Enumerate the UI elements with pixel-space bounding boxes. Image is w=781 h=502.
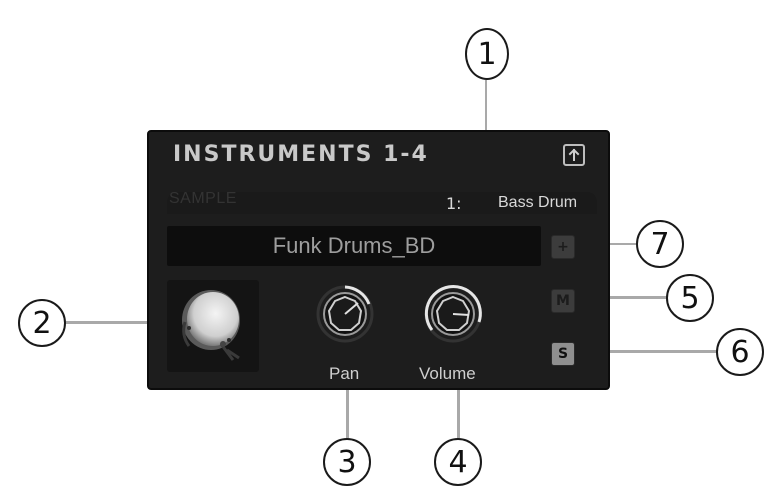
- sample-name: Funk Drums_BD: [272, 233, 436, 258]
- callout-5: 5: [666, 274, 714, 322]
- panel-title: INSTRUMENTS 1-4: [173, 142, 429, 167]
- callout-3: 3: [323, 438, 371, 486]
- bass-drum-icon: [182, 290, 240, 361]
- pan-knob[interactable]: [313, 282, 377, 346]
- export-button[interactable]: [563, 144, 585, 166]
- export-up-arrow-icon: [568, 148, 580, 161]
- slot-index: 1:: [446, 194, 462, 213]
- solo-button[interactable]: S: [551, 342, 575, 366]
- panel-header: INSTRUMENTS 1-4: [149, 132, 608, 184]
- callout-2: 2: [18, 299, 66, 347]
- instrument-thumbnail[interactable]: [167, 280, 259, 372]
- callout-6: 6: [716, 328, 764, 376]
- callout-1: 1: [465, 28, 509, 80]
- slot-name[interactable]: Bass Drum: [498, 194, 577, 212]
- sample-name-field[interactable]: Funk Drums_BD: [167, 226, 541, 266]
- volume-label: Volume: [419, 364, 476, 383]
- callout-4: 4: [434, 438, 482, 486]
- mute-button[interactable]: M: [551, 289, 575, 313]
- instrument-panel: INSTRUMENTS 1-4 SAMPLE 1: Bass Drum Funk…: [147, 130, 610, 390]
- pan-label: Pan: [329, 364, 360, 383]
- add-button[interactable]: +: [551, 235, 575, 259]
- callout-7: 7: [636, 220, 684, 268]
- volume-knob[interactable]: [421, 282, 485, 346]
- sample-tab-label[interactable]: SAMPLE: [169, 190, 237, 208]
